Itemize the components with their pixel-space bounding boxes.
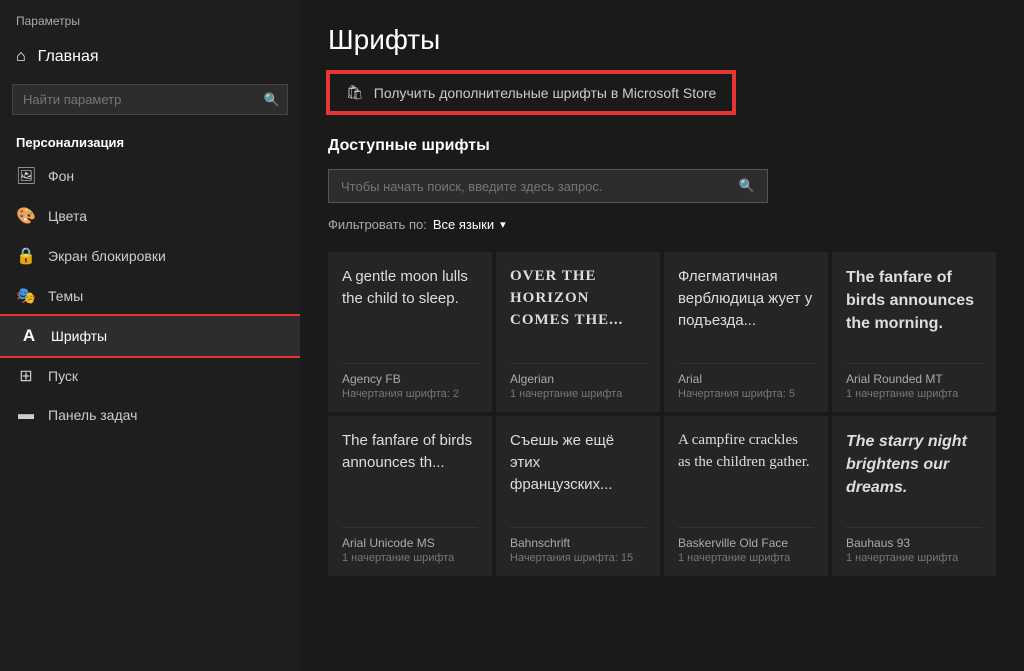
font-name-bahnschrift: Bahnschrift (510, 536, 646, 550)
sidebar-item-temy[interactable]: 🎭 Темы (0, 276, 300, 316)
store-icon: 🛍 (346, 84, 364, 101)
font-styles-baskerville: 1 начертание шрифта (678, 552, 814, 564)
cveta-icon: 🎨 (16, 206, 36, 226)
main-content: Шрифты 🛍 Получить дополнительные шрифты … (300, 0, 1024, 671)
search-container: 🔍 (12, 84, 288, 115)
font-preview-arial-unicode: The fanfare of birds announces th... (342, 430, 478, 515)
font-styles-arial-unicode: 1 начертание шрифта (342, 552, 478, 564)
font-preview-bahnschrift: Съешь же ещё этих французских... (510, 430, 646, 515)
font-card-agency-fb[interactable]: A gentle moon lulls the child to sleep. … (328, 252, 492, 412)
sidebar-item-pusk[interactable]: ⊞ Пуск (0, 356, 300, 396)
font-styles-bauhaus: 1 начертание шрифта (846, 552, 982, 564)
font-card-footer-bauhaus: Bauhaus 93 1 начертание шрифта (846, 527, 982, 564)
sidebar-label-ekran: Экран блокировки (48, 248, 166, 264)
font-card-algerian[interactable]: OVER THE HORIZON COMES THE... Algerian 1… (496, 252, 660, 412)
fonts-search-icon: 🔍 (739, 178, 755, 194)
page-title: Шрифты (328, 24, 996, 56)
section-title: Персонализация (0, 123, 300, 156)
font-styles-arial: Начертания шрифта: 5 (678, 388, 814, 400)
shrifty-icon: A (19, 326, 39, 346)
pusk-icon: ⊞ (16, 366, 36, 386)
sidebar-label-panel: Панель задач (48, 407, 137, 423)
font-preview-arial-rounded: The fanfare of birds announces the morni… (846, 266, 982, 351)
home-label: Главная (38, 48, 99, 66)
font-card-bauhaus[interactable]: The starry night brightens our dreams. B… (832, 416, 996, 576)
sidebar-label-fon: Фон (48, 168, 74, 184)
filter-label: Фильтровать по: (328, 217, 427, 232)
app-title: Параметры (0, 0, 300, 38)
font-card-bahnschrift[interactable]: Съешь же ещё этих французских... Bahnsch… (496, 416, 660, 576)
font-name-agency: Agency FB (342, 372, 478, 386)
sidebar-item-panel[interactable]: ▬ Панель задач (0, 396, 300, 434)
home-icon: ⌂ (16, 48, 26, 66)
font-preview-algerian: OVER THE HORIZON COMES THE... (510, 266, 646, 351)
filter-value[interactable]: Все языки (433, 217, 494, 232)
available-fonts-title: Доступные шрифты (328, 137, 996, 155)
search-input[interactable] (12, 84, 288, 115)
sidebar-label-cveta: Цвета (48, 208, 87, 224)
font-name-arial: Arial (678, 372, 814, 386)
font-card-footer-agency: Agency FB Начертания шрифта: 2 (342, 363, 478, 400)
font-name-arial-unicode: Arial Unicode MS (342, 536, 478, 550)
temy-icon: 🎭 (16, 286, 36, 306)
panel-icon: ▬ (16, 406, 36, 424)
font-name-arial-rounded: Arial Rounded MT (846, 372, 982, 386)
font-styles-algerian: 1 начертание шрифта (510, 388, 646, 400)
font-name-bauhaus: Bauhaus 93 (846, 536, 982, 550)
store-button-label: Получить дополнительные шрифты в Microso… (374, 85, 717, 101)
font-card-baskerville[interactable]: A campfire crackles as the children gath… (664, 416, 828, 576)
font-name-baskerville: Baskerville Old Face (678, 536, 814, 550)
font-preview-arial: Флегматичная верблюдица жует у подъезда.… (678, 266, 814, 351)
fonts-grid: A gentle moon lulls the child to sleep. … (328, 252, 996, 576)
font-name-algerian: Algerian (510, 372, 646, 386)
font-preview-bauhaus: The starry night brightens our dreams. (846, 430, 982, 515)
chevron-down-icon[interactable]: ▾ (500, 218, 506, 231)
sidebar-label-pusk: Пуск (48, 368, 78, 384)
font-styles-arial-rounded: 1 начертание шрифта (846, 388, 982, 400)
sidebar-label-shrifty: Шрифты (51, 328, 107, 344)
font-card-footer-bahnschrift: Bahnschrift Начертания шрифта: 15 (510, 527, 646, 564)
sidebar-item-shrifty[interactable]: A Шрифты (0, 316, 300, 356)
fon-icon: 🖼 (16, 166, 36, 186)
font-card-arial[interactable]: Флегматичная верблюдица жует у подъезда.… (664, 252, 828, 412)
font-styles-agency: Начертания шрифта: 2 (342, 388, 478, 400)
ekran-icon: 🔒 (16, 246, 36, 266)
sidebar: Параметры ⌂ Главная 🔍 Персонализация 🖼 Ф… (0, 0, 300, 671)
font-preview-baskerville: A campfire crackles as the children gath… (678, 430, 814, 515)
font-preview-agency: A gentle moon lulls the child to sleep. (342, 266, 478, 351)
font-card-footer-baskerville: Baskerville Old Face 1 начертание шрифта (678, 527, 814, 564)
sidebar-item-home[interactable]: ⌂ Главная (0, 38, 300, 76)
font-card-arial-rounded[interactable]: The fanfare of birds announces the morni… (832, 252, 996, 412)
sidebar-item-ekran[interactable]: 🔒 Экран блокировки (0, 236, 300, 276)
sidebar-label-temy: Темы (48, 288, 83, 304)
font-card-footer-arial: Arial Начертания шрифта: 5 (678, 363, 814, 400)
font-card-arial-unicode[interactable]: The fanfare of birds announces th... Ari… (328, 416, 492, 576)
filter-row: Фильтровать по: Все языки ▾ (328, 217, 996, 232)
search-icon: 🔍 (264, 92, 280, 108)
sidebar-item-fon[interactable]: 🖼 Фон (0, 156, 300, 196)
font-card-footer-arial-rounded: Arial Rounded MT 1 начертание шрифта (846, 363, 982, 400)
font-card-footer-arial-unicode: Arial Unicode MS 1 начертание шрифта (342, 527, 478, 564)
fonts-search-bar[interactable]: 🔍 (328, 169, 768, 203)
ms-store-button[interactable]: 🛍 Получить дополнительные шрифты в Micro… (328, 72, 734, 113)
fonts-search-input[interactable] (341, 179, 739, 194)
font-styles-bahnschrift: Начертания шрифта: 15 (510, 552, 646, 564)
font-card-footer-algerian: Algerian 1 начертание шрифта (510, 363, 646, 400)
sidebar-item-cveta[interactable]: 🎨 Цвета (0, 196, 300, 236)
